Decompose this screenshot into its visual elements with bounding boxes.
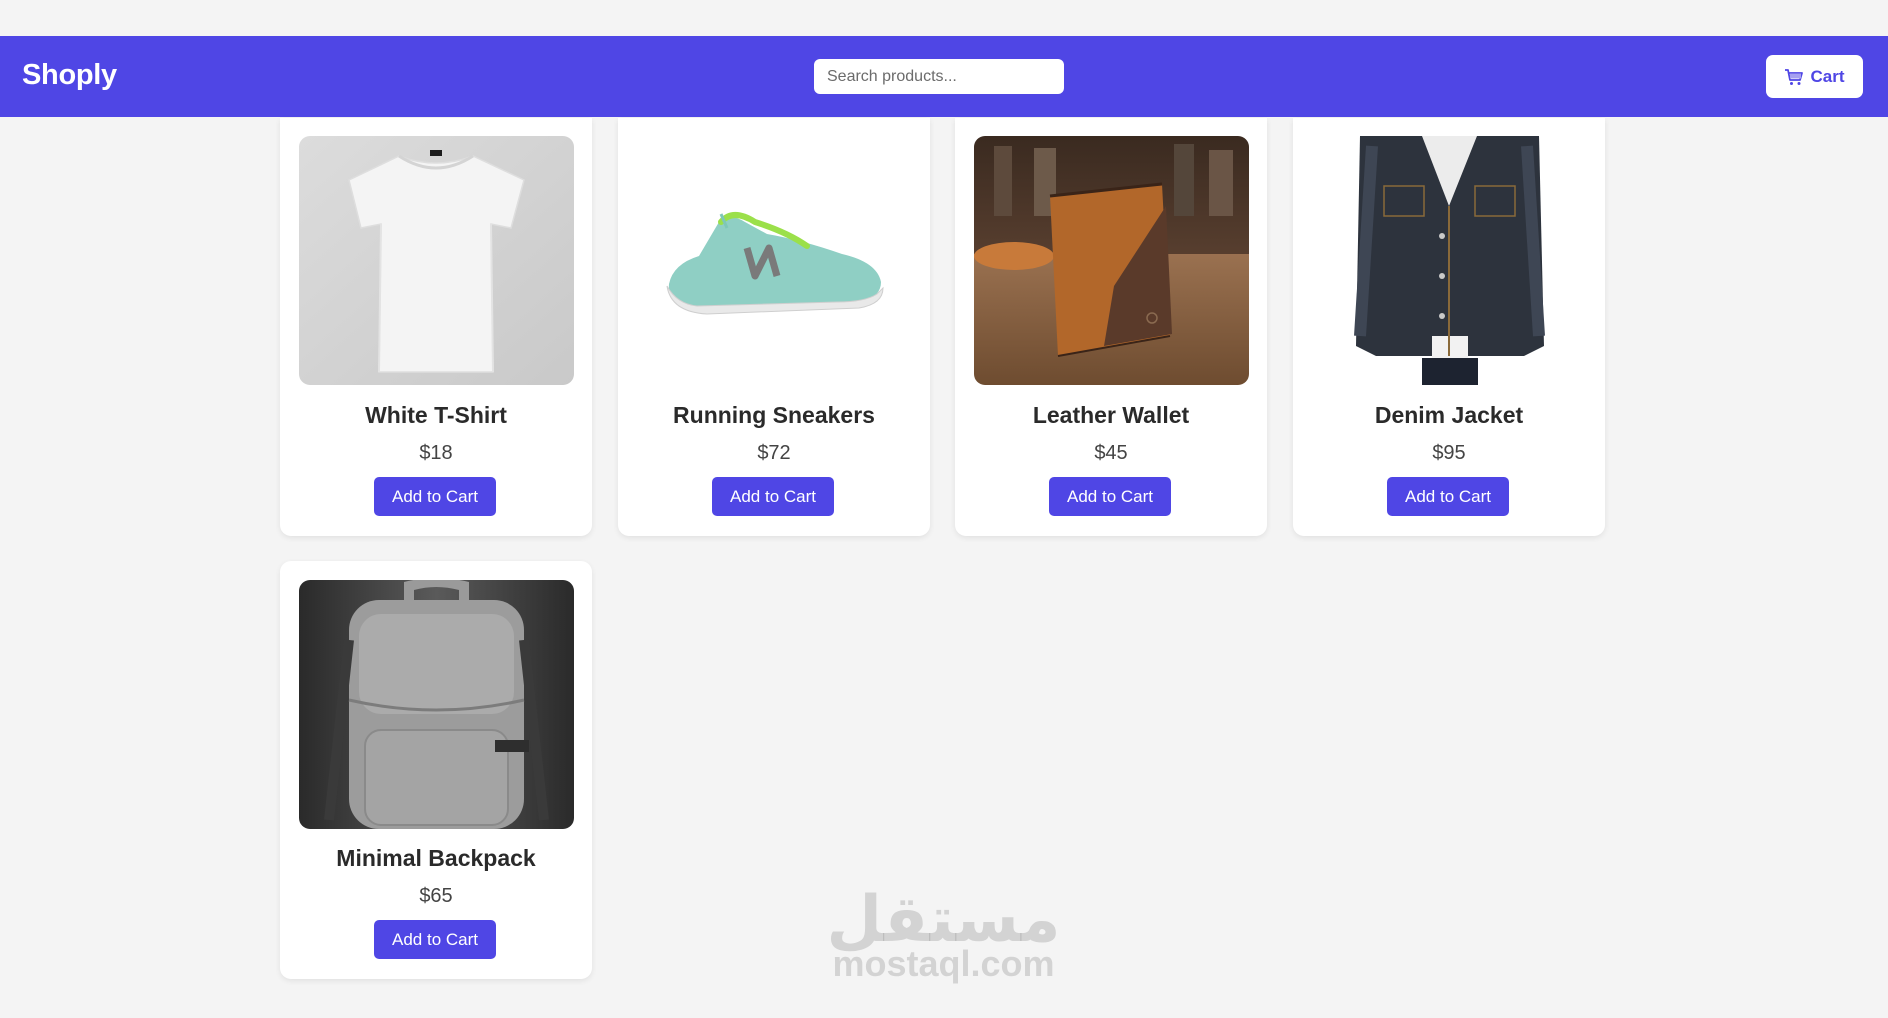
- add-to-cart-button[interactable]: Add to Cart: [712, 477, 834, 516]
- jacket-image[interactable]: [1312, 136, 1587, 385]
- add-to-cart-button[interactable]: Add to Cart: [374, 920, 496, 959]
- brand-logo[interactable]: Shoply: [22, 59, 117, 92]
- watermark-latin: mostaql.com: [832, 943, 1055, 984]
- shopping-cart-icon: [1784, 68, 1804, 86]
- product-price: $65: [419, 885, 453, 907]
- product-card: Minimal Backpack $65 Add to Cart: [280, 561, 592, 979]
- product-card: Leather Wallet $45 Add to Cart: [955, 118, 1267, 536]
- cart-button[interactable]: Cart: [1766, 55, 1863, 98]
- product-price: $45: [1094, 442, 1128, 464]
- product-name: White T-Shirt: [365, 402, 507, 428]
- product-card: White T-Shirt $18 Add to Cart: [280, 118, 592, 536]
- search-input[interactable]: [814, 59, 1064, 94]
- tshirt-image[interactable]: [299, 136, 574, 385]
- product-card: Denim Jacket $95 Add to Cart: [1293, 118, 1605, 536]
- sneaker-image[interactable]: [637, 136, 912, 385]
- product-price: $72: [757, 442, 791, 464]
- add-to-cart-button[interactable]: Add to Cart: [1387, 477, 1509, 516]
- product-name: Minimal Backpack: [336, 845, 536, 871]
- backpack-image[interactable]: [299, 580, 574, 829]
- product-card: Running Sneakers $72 Add to Cart: [618, 118, 930, 536]
- product-name: Running Sneakers: [673, 402, 875, 428]
- top-navbar: Shoply Cart: [0, 36, 1888, 117]
- watermark: مستقل mostaql.com: [826, 888, 1061, 982]
- product-price: $18: [419, 442, 453, 464]
- cart-button-label: Cart: [1810, 66, 1845, 86]
- product-name: Leather Wallet: [1032, 402, 1190, 428]
- product-name: Denim Jacket: [1374, 402, 1524, 428]
- add-to-cart-button[interactable]: Add to Cart: [374, 477, 496, 516]
- add-to-cart-button[interactable]: Add to Cart: [1049, 477, 1171, 516]
- product-price: $95: [1432, 442, 1466, 464]
- wallet-image[interactable]: [974, 136, 1249, 385]
